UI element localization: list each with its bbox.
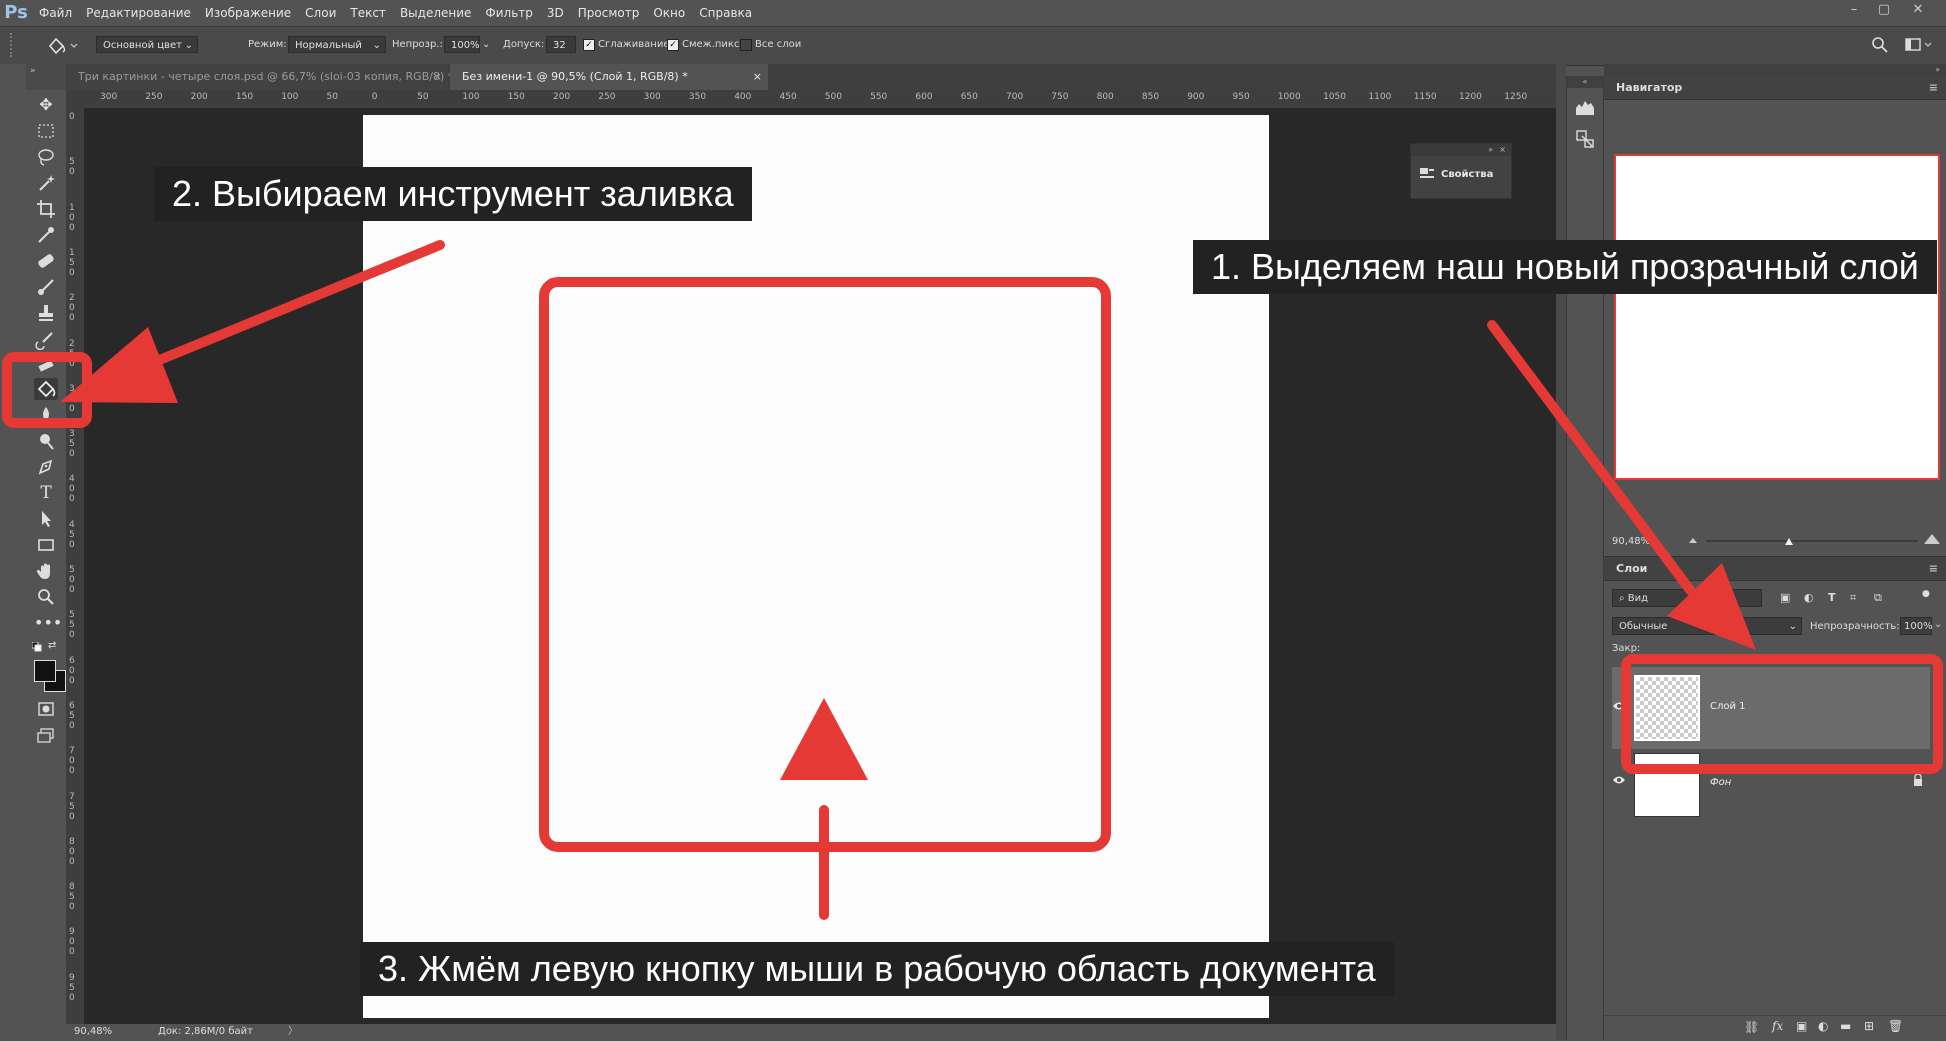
highlight-paint-bucket-tool	[2, 352, 92, 428]
annotation-arrow-1-shaft	[1487, 320, 1695, 595]
annotation-step-2: 2. Выбираем инструмент заливка	[154, 167, 752, 221]
highlight-selected-layer	[1621, 654, 1943, 774]
annotation-overlay	[60, 240, 1756, 920]
annotation-arrow-2-shaft	[135, 240, 445, 373]
annotation-step-1: 1. Выделяем наш новый прозрачный слой	[1193, 240, 1937, 294]
annotation-arrow-3-head	[780, 698, 868, 780]
annotation-step-3: 3. Жмём левую кнопку мыши в рабочую обла…	[360, 942, 1394, 996]
foreground-color-swatch[interactable]	[34, 660, 56, 682]
